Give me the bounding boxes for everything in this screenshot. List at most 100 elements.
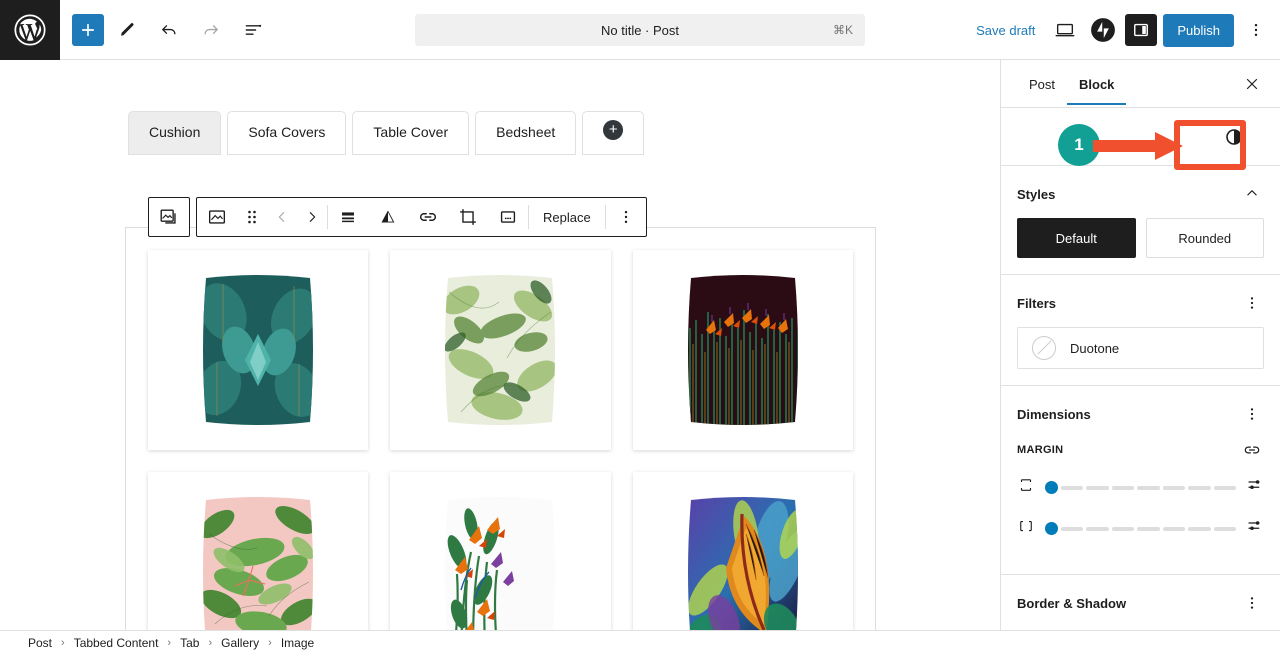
border-shadow-title: Border & Shadow xyxy=(1017,595,1127,611)
redo-button[interactable] xyxy=(192,11,230,49)
tab-bedsheet[interactable]: Bedsheet xyxy=(475,111,577,155)
header-left-tools xyxy=(60,11,272,49)
duotone-label: Duotone xyxy=(1070,340,1120,356)
block-toolbar: Replace xyxy=(148,197,647,237)
border-shadow-header: Border & Shadow xyxy=(1017,591,1264,615)
no-duotone-circle-icon xyxy=(1032,336,1056,360)
margin-vertical-slider-row xyxy=(1017,476,1264,499)
dimensions-section: Dimensions MARGIN xyxy=(1001,386,1280,575)
cushion-image-3 xyxy=(684,272,802,428)
close-sidebar-button[interactable] xyxy=(1236,68,1268,100)
gallery-image-item[interactable] xyxy=(148,250,369,450)
breadcrumb-separator: › xyxy=(61,636,65,649)
jetpack-icon[interactable] xyxy=(1087,14,1119,46)
styles-header: Styles xyxy=(1017,182,1264,206)
filters-section: Filters Duotone xyxy=(1001,275,1280,386)
sliders-settings-icon[interactable] xyxy=(1246,517,1264,540)
cushion-image-1 xyxy=(199,272,317,428)
contrast-half-circle-icon[interactable] xyxy=(1216,119,1252,155)
style-option-rounded[interactable]: Rounded xyxy=(1145,218,1264,258)
margin-horizontal-slider-row xyxy=(1017,517,1264,540)
margin-vertical-icon xyxy=(1017,476,1035,499)
border-shadow-section: Border & Shadow BORDER xyxy=(1001,575,1280,630)
cushion-image-5 xyxy=(441,494,559,630)
slider-thumb[interactable] xyxy=(1045,481,1058,494)
save-draft-button[interactable]: Save draft xyxy=(968,17,1043,44)
post-title-text: No title · Post xyxy=(600,22,680,38)
block-more-options-button[interactable] xyxy=(606,198,646,236)
replace-button[interactable]: Replace xyxy=(529,198,605,236)
image-block-icon[interactable] xyxy=(197,198,237,236)
settings-sidebar-toggle[interactable] xyxy=(1125,14,1158,46)
breadcrumb-item-tabbed-content[interactable]: Tabbed Content xyxy=(74,636,159,650)
chevron-up-icon[interactable] xyxy=(1240,182,1264,206)
add-tab-button[interactable]: + xyxy=(582,111,645,155)
cushion-image-6 xyxy=(684,494,802,630)
style-option-default[interactable]: Default xyxy=(1017,218,1136,258)
wordpress-block-editor: No title · Post ⌘K Save draft Publish Cu… xyxy=(0,0,1280,654)
slider-thumb[interactable] xyxy=(1045,522,1058,535)
header-right-tools: Save draft Publish xyxy=(968,0,1272,60)
editor-canvas: Cushion Sofa Covers Table Cover Bedsheet… xyxy=(0,60,1000,630)
margin-horizontal-slider[interactable] xyxy=(1045,522,1236,535)
gallery-block-icon[interactable] xyxy=(149,198,189,236)
filters-options-button[interactable] xyxy=(1240,291,1264,315)
parent-block-group xyxy=(148,197,190,237)
link-icon[interactable] xyxy=(408,198,448,236)
list-view-button[interactable] xyxy=(234,11,272,49)
undo-button[interactable] xyxy=(150,11,188,49)
wordpress-logo-icon[interactable] xyxy=(0,0,60,60)
breadcrumb-item-image[interactable]: Image xyxy=(281,636,314,650)
image-block-toolbar-group: Replace xyxy=(196,197,647,237)
drag-dots-icon[interactable] xyxy=(237,198,267,236)
cushion-image-4 xyxy=(199,494,317,630)
breadcrumb-item-gallery[interactable]: Gallery xyxy=(221,636,259,650)
tabbed-content-tabs: Cushion Sofa Covers Table Cover Bedsheet… xyxy=(128,111,645,155)
breadcrumb-separator: › xyxy=(167,636,172,649)
crop-icon[interactable] xyxy=(448,198,488,236)
style-options: Default Rounded xyxy=(1017,218,1264,258)
block-style-icon-bar xyxy=(1001,108,1280,166)
align-block-icon[interactable] xyxy=(328,198,368,236)
tab-table-cover[interactable]: Table Cover xyxy=(352,111,470,155)
gallery-image-item[interactable] xyxy=(390,250,611,450)
tab-sofa-covers[interactable]: Sofa Covers xyxy=(227,111,347,155)
sliders-settings-icon[interactable] xyxy=(1246,476,1264,499)
breadcrumb: Post › Tabbed Content › Tab › Gallery › … xyxy=(0,630,1280,654)
more-options-button[interactable] xyxy=(1240,14,1272,46)
margin-horizontal-icon xyxy=(1017,517,1035,540)
gallery-image-item[interactable] xyxy=(148,472,369,630)
move-right-button[interactable] xyxy=(297,198,327,236)
styles-section: Styles Default Rounded xyxy=(1001,166,1280,275)
preview-device-button[interactable] xyxy=(1049,14,1081,46)
post-title-field[interactable]: No title · Post ⌘K xyxy=(415,14,865,46)
gallery-image-item[interactable] xyxy=(632,250,853,450)
link-sides-icon[interactable] xyxy=(1240,438,1264,462)
edit-tool-button[interactable] xyxy=(108,11,146,49)
margin-vertical-slider[interactable] xyxy=(1045,481,1236,494)
command-shortcut-label: ⌘K xyxy=(832,23,853,37)
gallery-image-item[interactable] xyxy=(632,472,853,630)
breadcrumb-item-post[interactable]: Post xyxy=(28,636,52,650)
add-block-button[interactable] xyxy=(72,13,104,46)
breadcrumb-item-tab[interactable]: Tab xyxy=(180,636,199,650)
publish-button[interactable]: Publish xyxy=(1163,13,1234,47)
tab-post[interactable]: Post xyxy=(1017,62,1067,105)
duotone-triangle-icon[interactable] xyxy=(368,198,408,236)
breadcrumb-separator: › xyxy=(208,636,213,649)
settings-sidebar: Post Block Styles Default Rounded Filter… xyxy=(1000,60,1280,630)
styles-title: Styles xyxy=(1017,186,1056,202)
add-caption-icon[interactable] xyxy=(488,198,528,236)
move-left-button[interactable] xyxy=(267,198,297,236)
tab-cushion[interactable]: Cushion xyxy=(128,111,222,155)
duotone-filter-row[interactable]: Duotone xyxy=(1017,327,1264,369)
gallery-block[interactable] xyxy=(125,227,876,630)
gallery-grid xyxy=(126,228,875,630)
dimensions-header: Dimensions xyxy=(1017,402,1264,426)
filters-header: Filters xyxy=(1017,291,1264,315)
gallery-image-item[interactable] xyxy=(390,472,611,630)
border-shadow-options-button[interactable] xyxy=(1240,591,1264,615)
tab-block[interactable]: Block xyxy=(1067,62,1126,105)
dimensions-options-button[interactable] xyxy=(1240,402,1264,426)
margin-header: MARGIN xyxy=(1017,438,1264,462)
